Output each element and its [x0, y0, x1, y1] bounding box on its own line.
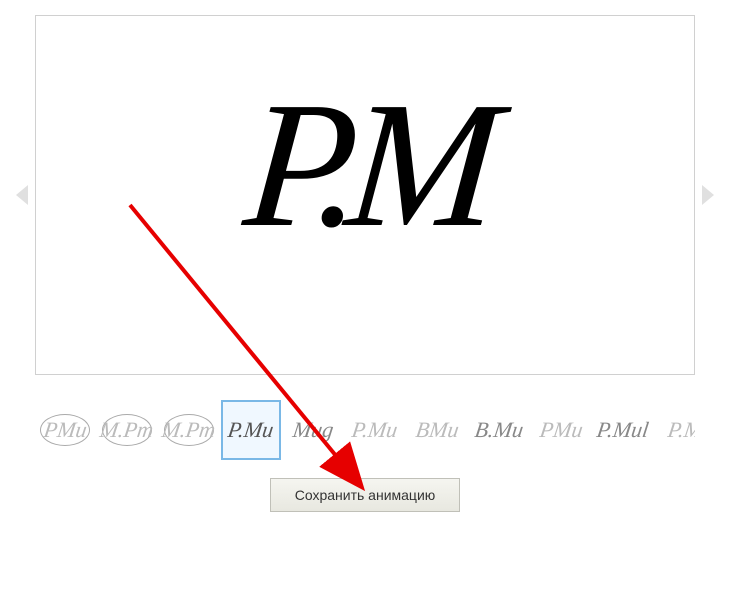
thumbnail-signature-text: P.Mul [596, 421, 650, 439]
thumbnail-signature-text: BMu [414, 421, 459, 439]
signature-thumbnail[interactable]: P.M [655, 400, 695, 460]
thumbnail-signature-text: PMu [42, 421, 87, 439]
next-arrow-icon[interactable] [702, 185, 714, 205]
signature-thumbnail[interactable]: P.Mu [221, 400, 281, 460]
thumbnail-signature-text: M.Pm [161, 421, 217, 439]
signature-thumbnail[interactable]: BMu [407, 400, 467, 460]
thumbnail-signature-text: P.Mu [351, 421, 399, 439]
save-animation-button[interactable]: Сохранить анимацию [270, 478, 461, 512]
prev-arrow-icon[interactable] [16, 185, 28, 205]
thumbnail-signature-text: M.Pm [99, 421, 155, 439]
signature-preview-panel: P.M [35, 15, 695, 375]
thumbnail-signature-text: P.M [667, 421, 695, 439]
thumbnail-signature-text: B.Mu [474, 421, 525, 439]
signature-thumbnail[interactable]: Mug [283, 400, 343, 460]
signature-thumbnail[interactable]: P.Mu [345, 400, 405, 460]
signature-thumbnail[interactable]: M.Pm [159, 400, 219, 460]
signature-preview: P.M [239, 75, 491, 255]
signature-thumbnail[interactable]: B.Mu [469, 400, 529, 460]
thumbnail-signature-text: PMu [538, 421, 583, 439]
signature-thumbnail[interactable]: PMu [35, 400, 95, 460]
thumbnail-signature-text: Mug [292, 421, 335, 439]
signature-thumbnail[interactable]: M.Pm [97, 400, 157, 460]
thumbnail-signature-text: P.Mu [227, 421, 275, 439]
signature-thumbnail[interactable]: PMu [531, 400, 591, 460]
signature-thumbnails: PMu M.Pm M.Pm P.Mu Mug P.Mu BMu B.Mu PMu P.Mul P.M [35, 400, 695, 460]
signature-thumbnail[interactable]: P.Mul [593, 400, 653, 460]
